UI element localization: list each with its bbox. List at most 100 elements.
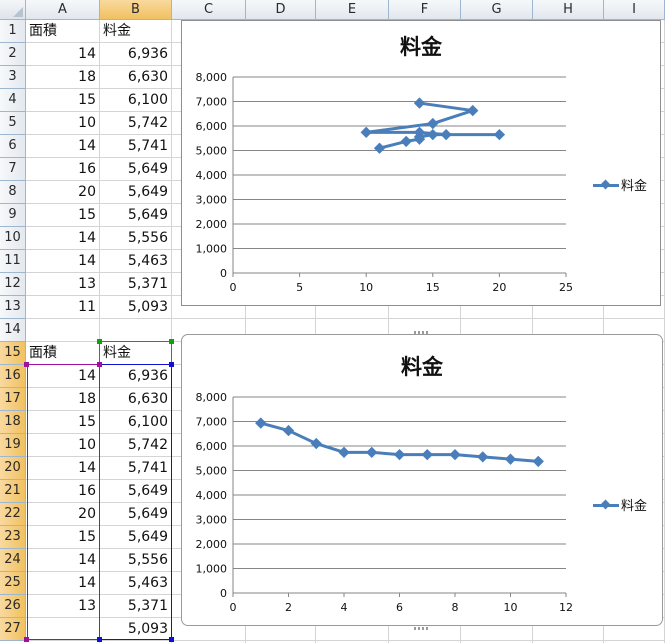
cell-a13[interactable]: 11 [26, 296, 99, 319]
data-point-marker[interactable] [421, 448, 433, 461]
chart-resize-grip-top[interactable] [414, 331, 428, 334]
cell-a9[interactable]: 15 [26, 204, 99, 227]
range-handle[interactable] [97, 339, 102, 344]
data-point-marker[interactable] [477, 451, 489, 463]
data-point-marker[interactable] [493, 128, 506, 141]
data-point-marker[interactable] [413, 97, 426, 109]
data-point-marker[interactable] [393, 448, 406, 461]
cell-a16[interactable]: 14 [26, 365, 99, 388]
cell-b7[interactable]: 5,649 [100, 158, 171, 181]
cell-a8[interactable]: 20 [26, 181, 99, 204]
row-header-7[interactable]: 7 [0, 158, 26, 181]
row-header-16[interactable]: 16 [0, 365, 26, 388]
data-point-marker[interactable] [366, 446, 378, 459]
data-point-marker[interactable] [373, 142, 386, 154]
cell-a11[interactable]: 14 [26, 250, 99, 273]
range-handle[interactable] [97, 362, 102, 367]
cell-a15[interactable]: 面積 [26, 342, 99, 365]
cell-b25[interactable]: 5,463 [100, 572, 171, 595]
cell-b3[interactable]: 6,630 [100, 66, 171, 89]
cell-a18[interactable]: 15 [26, 411, 99, 434]
cell-b2[interactable]: 6,936 [100, 43, 171, 66]
cell-b22[interactable]: 5,649 [100, 503, 171, 526]
cell-b6[interactable]: 5,741 [100, 135, 171, 158]
cell-a20[interactable]: 14 [26, 457, 99, 480]
data-point-marker[interactable] [532, 455, 544, 468]
row-header-13[interactable]: 13 [0, 296, 26, 319]
column-header-b[interactable]: B [100, 0, 172, 20]
cell-b19[interactable]: 5,742 [100, 434, 171, 457]
cell-a19[interactable]: 10 [26, 434, 99, 457]
range-handle[interactable] [169, 637, 174, 642]
cell-b21[interactable]: 5,649 [100, 480, 171, 503]
cell-a2[interactable]: 14 [26, 43, 99, 66]
cell-a5[interactable]: 10 [26, 112, 99, 135]
cell-b10[interactable]: 5,556 [100, 227, 171, 250]
data-point-marker[interactable] [360, 126, 372, 138]
chart-line-fee[interactable]: 料金 0 1,000 2,000 3,000 4,000 5,000 6,000 7,000 8… [181, 334, 663, 626]
row-header-1[interactable]: 1 [0, 20, 26, 43]
cell-a7[interactable]: 16 [26, 158, 99, 181]
row-header-2[interactable]: 2 [0, 43, 26, 66]
cell-b9[interactable]: 5,649 [100, 204, 171, 227]
cell-a6[interactable]: 14 [26, 135, 99, 158]
cell-a10[interactable]: 14 [26, 227, 99, 250]
row-header-19[interactable]: 19 [0, 434, 26, 457]
cell-b12[interactable]: 5,371 [100, 273, 171, 296]
row-header-15[interactable]: 15 [0, 342, 26, 365]
cell-a12[interactable]: 13 [26, 273, 99, 296]
data-point-marker[interactable] [440, 128, 452, 141]
row-header-20[interactable]: 20 [0, 457, 26, 480]
spreadsheet[interactable]: ABCDEFGHI 1 2 3 4 5 6 7 8 9 10 11 12 13 14 15 16 17 18 19 2… [0, 0, 665, 643]
row-header-14[interactable]: 14 [0, 319, 26, 342]
column-header-f[interactable]: F [389, 0, 461, 20]
row-header-21[interactable]: 21 [0, 480, 26, 503]
cell-b8[interactable]: 5,649 [100, 181, 171, 204]
column-header-a[interactable]: A [26, 0, 100, 20]
cell-b27[interactable]: 5,093 [100, 618, 171, 641]
data-point-marker[interactable] [310, 437, 322, 450]
chart-resize-grip-bottom[interactable] [414, 627, 428, 630]
cell-a23[interactable]: 15 [26, 526, 99, 549]
cell-b24[interactable]: 5,556 [100, 549, 171, 572]
row-header-24[interactable]: 24 [0, 549, 26, 572]
cell-a1[interactable]: 面積 [26, 20, 99, 43]
column-header-c[interactable]: C [172, 0, 246, 20]
row-header-17[interactable]: 17 [0, 388, 26, 411]
data-point-marker[interactable] [282, 424, 295, 437]
cell-a26[interactable]: 13 [26, 595, 99, 618]
column-header-i[interactable]: I [604, 0, 665, 20]
row-header-18[interactable]: 18 [0, 411, 26, 434]
row-header-4[interactable]: 4 [0, 89, 26, 112]
row-header-6[interactable]: 6 [0, 135, 26, 158]
row-header-9[interactable]: 9 [0, 204, 26, 227]
select-all-corner[interactable] [0, 0, 26, 20]
cell-b11[interactable]: 5,463 [100, 250, 171, 273]
data-point-marker[interactable] [400, 135, 412, 148]
cell-a4[interactable]: 15 [26, 89, 99, 112]
column-header-d[interactable]: D [246, 0, 316, 20]
row-header-3[interactable]: 3 [0, 66, 26, 89]
cell-a21[interactable]: 16 [26, 480, 99, 503]
cell-b1[interactable]: 料金 [100, 20, 171, 43]
cell-b15[interactable]: 料金 [100, 342, 171, 365]
range-handle[interactable] [169, 339, 174, 344]
data-point-marker[interactable] [427, 117, 439, 130]
data-point-marker[interactable] [504, 453, 517, 465]
data-point-marker[interactable] [449, 448, 461, 461]
row-header-27[interactable]: 27 [0, 618, 26, 641]
data-point-marker[interactable] [338, 446, 350, 458]
cell-a27[interactable] [26, 618, 99, 641]
row-header-11[interactable]: 11 [0, 250, 26, 273]
range-handle[interactable] [24, 637, 29, 642]
cell-b20[interactable]: 5,741 [100, 457, 171, 480]
row-header-8[interactable]: 8 [0, 181, 26, 204]
range-handle[interactable] [169, 362, 174, 367]
cell-a24[interactable]: 14 [26, 549, 99, 572]
cell-b4[interactable]: 6,100 [100, 89, 171, 112]
row-header-22[interactable]: 22 [0, 503, 26, 526]
row-header-12[interactable]: 12 [0, 273, 26, 296]
row-header-10[interactable]: 10 [0, 227, 26, 250]
chart-scatter-fee[interactable]: 料金 0 1,000 2,000 3,000 4,000 5,000 6,000 7,000 8… [181, 20, 661, 306]
cell-b18[interactable]: 6,100 [100, 411, 171, 434]
